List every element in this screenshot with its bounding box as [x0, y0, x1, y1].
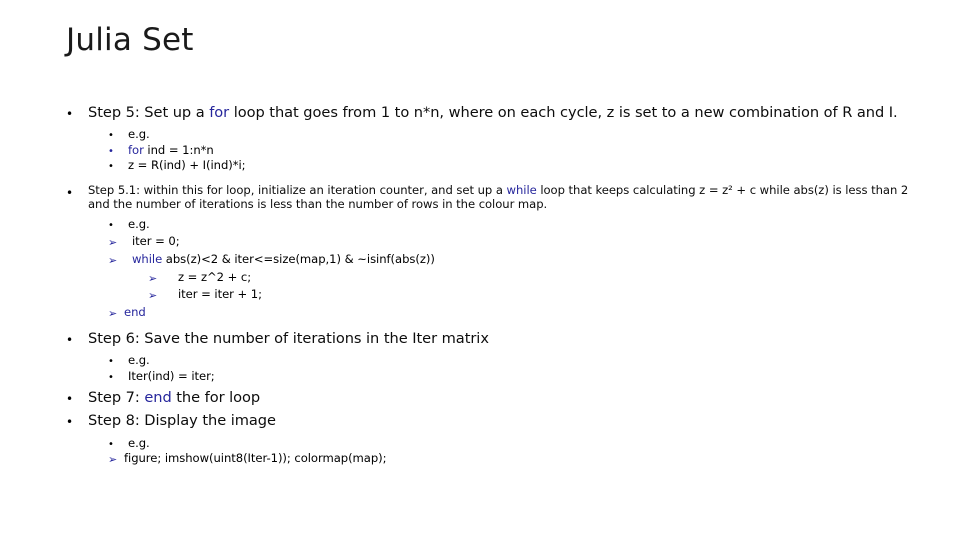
step5-eg-label: e.g. [128, 127, 150, 142]
step7-pre: Step 7: [88, 389, 145, 407]
list-item-while-loop: ➢ while abs(z)<2 & iter<=size(map,1) & ~… [108, 252, 916, 268]
bullet-icon: • [108, 356, 114, 368]
end-keyword: end [124, 305, 146, 320]
list-item-step5-code1: • for ind = 1:n*n [108, 143, 916, 159]
list-item-step51-eg: • e.g. [108, 217, 916, 233]
list-item-step8-code: ➢ figure; imshow(uint8(Iter-1)); colorma… [108, 451, 916, 467]
step51-text: Step 5.1: within this for loop, initiali… [88, 183, 916, 212]
list-item-iter-init: ➢ iter = 0; [108, 234, 916, 250]
bullet-icon: • [108, 130, 114, 142]
arrow-bullet-icon: ➢ [108, 453, 118, 467]
step51-eg-label: e.g. [128, 216, 150, 231]
step5-post: loop that goes from 1 to n*n, where on e… [229, 104, 898, 121]
keyword-for: for [209, 104, 230, 121]
step7-post: the for loop [171, 389, 261, 407]
list-item-iter-increment: ➢ iter = iter + 1; [148, 287, 916, 303]
step5-pre: Step 5: Set up a [88, 104, 210, 121]
list-item-step5-code2: • z = R(ind) + I(ind)*i; [108, 158, 916, 174]
step5-code2: z = R(ind) + I(ind)*i; [128, 158, 246, 173]
slide-canvas: Julia Set • Step 5: Set up a for loop th… [0, 0, 960, 540]
step8-code: figure; imshow(uint8(Iter-1)); colormap(… [124, 451, 387, 466]
list-item-z-update: ➢ z = z^2 + c; [148, 270, 916, 286]
step5-text: Step 5: Set up a for loop that goes from… [88, 104, 916, 122]
z-update-code: z = z^2 + c; [178, 269, 252, 284]
step6-text: Step 6: Save the number of iterations in… [88, 329, 489, 347]
list-item-step6-eg: • e.g. [108, 353, 916, 369]
bullet-icon: • [108, 219, 114, 231]
bullet-icon: • [66, 107, 74, 121]
keyword-for: for [128, 142, 144, 157]
bullet-icon: • [108, 438, 114, 450]
arrow-bullet-icon: ➢ [108, 253, 118, 267]
step51-pre: Step 5.1: within this for loop, initiali… [88, 182, 507, 197]
arrow-bullet-icon: ➢ [108, 307, 118, 321]
step8-text: Step 8: Display the image [88, 412, 276, 430]
bullet-icon: • [66, 332, 74, 347]
keyword-while: while [506, 182, 537, 197]
iter-increment-code: iter = iter + 1; [178, 287, 262, 302]
while-loop-code: while abs(z)<2 & iter<=size(map,1) & ~is… [128, 252, 916, 266]
step6-code: Iter(ind) = iter; [128, 368, 215, 383]
list-item-step6-code: • Iter(ind) = iter; [108, 369, 916, 385]
list-item-step8: • Step 8: Display the image [66, 412, 916, 430]
list-item-step51: • Step 5.1: within this for loop, initia… [66, 183, 916, 212]
slide-body: • Step 5: Set up a for loop that goes fr… [66, 104, 916, 467]
step5-code1: for ind = 1:n*n [128, 143, 916, 157]
list-item-end-while: ➢ end [108, 305, 916, 321]
bullet-icon: • [108, 371, 114, 383]
step7-text: Step 7: end the for loop [88, 389, 916, 407]
arrow-bullet-icon: ➢ [108, 236, 118, 250]
list-item-step5-eg: • e.g. [108, 127, 916, 143]
while-condition: abs(z)<2 & iter<=size(map,1) & ~isinf(ab… [162, 251, 435, 266]
keyword-while: while [132, 251, 163, 266]
step6-eg-label: e.g. [128, 353, 150, 368]
bullet-icon: • [66, 185, 74, 200]
list-item-step5: • Step 5: Set up a for loop that goes fr… [66, 104, 916, 122]
step8-eg-label: e.g. [128, 435, 150, 450]
arrow-bullet-icon: ➢ [148, 289, 158, 303]
list-item-step8-eg: • e.g. [108, 436, 916, 452]
step5-code1-rest: ind = 1:n*n [143, 142, 214, 157]
page-title: Julia Set [66, 22, 194, 58]
arrow-bullet-icon: ➢ [148, 271, 158, 285]
iter-init-code: iter = 0; [132, 234, 180, 249]
bullet-icon: • [66, 415, 74, 430]
bullet-icon: • [66, 392, 74, 407]
bullet-icon: • [108, 145, 114, 157]
keyword-end: end [144, 389, 172, 407]
bullet-icon: • [108, 161, 114, 173]
list-item-step7: • Step 7: end the for loop [66, 389, 916, 407]
list-item-step6: • Step 6: Save the number of iterations … [66, 330, 916, 348]
